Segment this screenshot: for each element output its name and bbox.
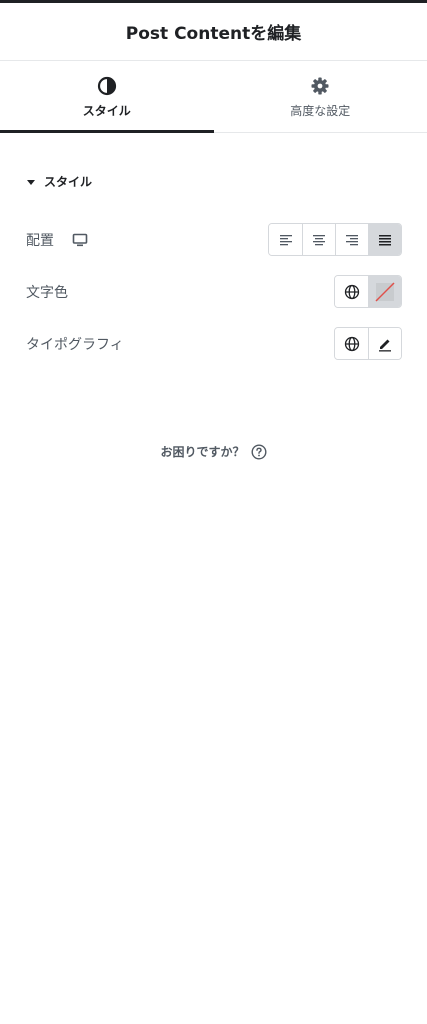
text-color-swatch-button[interactable]: [368, 276, 401, 307]
typography-edit-button[interactable]: [368, 328, 401, 359]
alignment-button-group: [268, 223, 402, 256]
desktop-icon[interactable]: [72, 233, 88, 247]
align-right-button[interactable]: [335, 224, 368, 255]
section-style-title: スタイル: [44, 175, 93, 189]
align-center-icon: [313, 234, 325, 245]
gear-icon: [311, 77, 329, 94]
align-justify-button[interactable]: [368, 224, 401, 255]
globe-icon: [344, 336, 359, 351]
align-left-button[interactable]: [269, 224, 302, 255]
alignment-label-wrap: 配置: [26, 230, 88, 250]
section-style-toggle[interactable]: スタイル: [26, 173, 92, 190]
text-color-label-wrap: 文字色: [26, 282, 68, 302]
align-left-icon: [279, 234, 292, 245]
typography-label-wrap: タイポグラフィ: [26, 334, 124, 354]
globe-icon: [344, 284, 359, 299]
alignment-control: 配置: [26, 223, 402, 256]
panel-tabs: スタイル 高度な設定: [0, 62, 427, 133]
panel-header: Post Contentを編集: [0, 3, 427, 61]
align-justify-icon: [379, 234, 391, 245]
tab-advanced[interactable]: 高度な設定: [214, 62, 427, 132]
align-center-button[interactable]: [302, 224, 335, 255]
tab-advanced-label: 高度な設定: [290, 103, 351, 118]
pencil-icon: [379, 339, 391, 351]
help-link[interactable]: お困りですか？: [0, 443, 427, 460]
typography-button-group: [334, 327, 402, 360]
typography-control: タイポグラフィ: [26, 327, 402, 360]
text-color-button-group: [334, 275, 402, 308]
question-circle-icon: [250, 443, 267, 460]
typography-global-button[interactable]: [335, 328, 368, 359]
alignment-label: 配置: [26, 232, 54, 249]
contrast-icon: [97, 76, 116, 95]
unset-color-swatch: [375, 281, 395, 302]
text-color-global-button[interactable]: [335, 276, 368, 307]
help-text: お困りですか？: [160, 445, 245, 459]
tab-style-label: スタイル: [82, 103, 131, 118]
align-right-icon: [346, 234, 358, 245]
tab-style[interactable]: スタイル: [0, 62, 214, 133]
text-color-control: 文字色: [26, 275, 402, 308]
typography-label: タイポグラフィ: [26, 336, 124, 353]
text-color-label: 文字色: [26, 284, 68, 301]
panel-title: Post Contentを編集: [125, 24, 302, 44]
caret-down-icon: [27, 179, 35, 185]
